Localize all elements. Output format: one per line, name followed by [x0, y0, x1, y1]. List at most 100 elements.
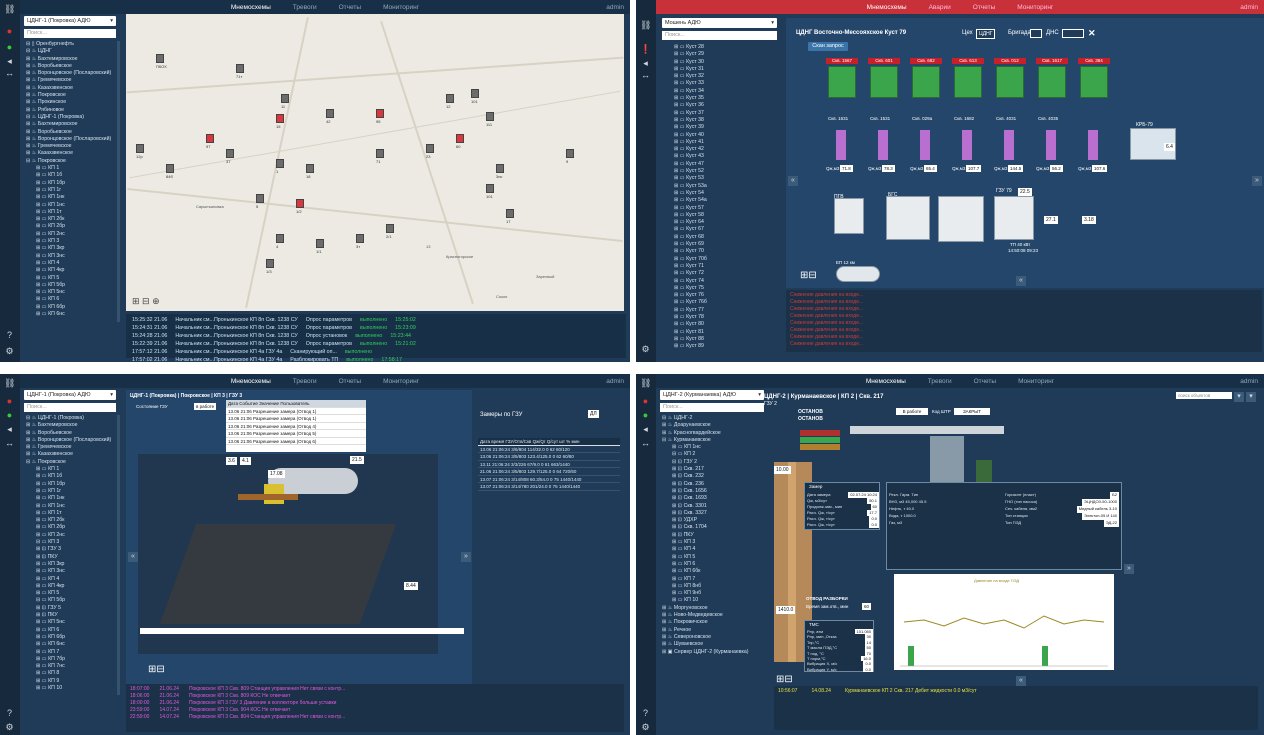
tree-item[interactable]: ⊞ ⊡ ПКУ	[26, 554, 118, 561]
tree-item[interactable]: ⊞ ♨ Казахзвенское	[26, 85, 118, 92]
tree-item[interactable]: ⊞ ⊡ Скв. 236	[662, 481, 766, 488]
flow-meter[interactable]	[1004, 130, 1014, 160]
expand-right-icon[interactable]: »	[1124, 564, 1134, 574]
alarm-icon[interactable]: ●	[4, 396, 15, 407]
well-header[interactable]: Скв. 012	[994, 58, 1026, 64]
tree-item[interactable]: ⊞ ♨ Прокинское	[26, 99, 118, 106]
gzu-unit[interactable]	[994, 196, 1034, 240]
tree-item[interactable]: ⊞ ▭ КП 5бр	[26, 282, 118, 289]
tree-item[interactable]: ⊞ ▭ Куст 70	[674, 248, 778, 255]
tree-item[interactable]: ⊞ ▭ Куст 58	[674, 212, 778, 219]
link-icon[interactable]: ⛓	[4, 4, 15, 15]
nav-mnemo[interactable]: Мнемосхемы	[231, 4, 271, 11]
well-marker[interactable]: 71	[376, 149, 384, 164]
tree-item[interactable]: ⊞ ▭ Куст 38	[674, 117, 778, 124]
mode-buttons[interactable]	[800, 430, 840, 454]
tree-item[interactable]: ⊞ ▭ КП 1нс	[26, 202, 118, 209]
well-marker[interactable]: 3нс	[496, 164, 504, 179]
tree-item[interactable]: ⊟ ▭ КП 3	[26, 539, 118, 546]
tree-item[interactable]: ⊞ ▭ КП 1бр	[26, 481, 118, 488]
tree-item[interactable]: ⊞ ▭ КП 3кр	[26, 561, 118, 568]
tree-item[interactable]: ⊞ ▭ Куст 33	[674, 80, 778, 87]
tree-item[interactable]: ⊞ ▭ КП 2бр	[26, 223, 118, 230]
tree-item[interactable]: ⊞ ▭ КП 7	[26, 649, 118, 656]
tree-item[interactable]: ⊞ ▭ КП 3	[662, 539, 766, 546]
sound-icon[interactable]: ◂	[640, 58, 651, 69]
tree-item[interactable]: ⊞ ▭ КП 5	[662, 554, 766, 561]
help-icon[interactable]: ?	[4, 330, 15, 341]
settings-icon[interactable]: ⚙	[640, 344, 651, 355]
well-header[interactable]: Скв. 601	[868, 58, 900, 64]
tree-item[interactable]: ⊞ ▭ КП 1г	[26, 187, 118, 194]
tree-item[interactable]: ⊞ ♨ Воронцовское (Посларовский)	[26, 437, 118, 444]
well-pump[interactable]	[870, 66, 898, 98]
tree-scrollbar[interactable]	[117, 41, 120, 322]
tree-item[interactable]: ⊞ ▭ Куст 32	[674, 73, 778, 80]
tree-item[interactable]: ⊞ ⊡ Скв. 217	[662, 466, 766, 473]
tree-item[interactable]: ⊞ ▭ КП 3нс	[26, 568, 118, 575]
nav-alarms[interactable]: Тревоги	[293, 4, 317, 11]
tree-item[interactable]: ⊞ ⊡ Скв. 1693	[662, 495, 766, 502]
tree-item[interactable]: ⊞ ▭ Куст 30	[674, 59, 778, 66]
well-marker[interactable]: 4	[276, 234, 284, 249]
tree-item[interactable]: ⊞ ▭ Куст 78	[674, 314, 778, 321]
user-menu[interactable]: admin	[1240, 4, 1258, 11]
tree-scrollbar[interactable]	[117, 415, 120, 695]
nav-alarms[interactable]: Тревоги	[293, 378, 317, 385]
nav-monitoring[interactable]: Мониторинг	[1018, 378, 1054, 385]
well-marker[interactable]: 15	[276, 114, 284, 129]
well-marker[interactable]: 18	[306, 164, 314, 179]
brig-input[interactable]	[1030, 29, 1042, 38]
tree-item[interactable]: ⊞ ⊡ ГЗУ 3	[26, 546, 118, 553]
comment-input[interactable]	[140, 628, 464, 634]
tree-item[interactable]: ⊞ ♨ Гремячевское	[26, 444, 118, 451]
map[interactable]: ПКОХ 71т 11 15 42 95 12 101 111 12р 84б 97 37 1 18 71 23…	[126, 14, 624, 311]
tree-item[interactable]: ⊞ ▣ Сервер ЦДНГ-2 (Курманаевка)	[662, 649, 766, 656]
collapse-left-icon[interactable]: «	[788, 176, 798, 186]
tree-item[interactable]: ⊞ ▭ Куст 69	[674, 241, 778, 248]
flow-meter[interactable]	[1088, 130, 1098, 160]
flow-meter[interactable]	[962, 130, 972, 160]
well-pump[interactable]	[912, 66, 940, 98]
alarm-icon[interactable]: ●	[4, 26, 15, 37]
tree-item[interactable]: ⊞ ▭ Куст 67	[674, 226, 778, 233]
well-header[interactable]: Скв. 613	[952, 58, 984, 64]
tools-icon[interactable]: ✕	[1088, 28, 1096, 39]
tree-item[interactable]: ⊞ ▭ КП 1г	[26, 488, 118, 495]
well-header[interactable]: Скв. 682	[910, 58, 942, 64]
info-icon[interactable]: ❗	[640, 44, 651, 55]
nav-alarms[interactable]: Тревоги	[928, 378, 952, 385]
division-select[interactable]: ЦДНГ-2 (Курманаевка) АДЮ	[660, 390, 764, 400]
tree-item[interactable]: ⊟ ♨ ЦДНГ-2	[662, 415, 766, 422]
add-icon[interactable]: ⊞⊟	[776, 674, 793, 685]
tree-item[interactable]: ⊞ ▭ КП 8	[26, 670, 118, 677]
tree-item[interactable]: ⊞ ▭ КП 3нс	[26, 253, 118, 260]
tree-item[interactable]: ⊞ ▭ Куст 75	[674, 285, 778, 292]
control-station[interactable]	[976, 460, 992, 484]
tree-item[interactable]: ⊞ ▭ КП 1т	[26, 209, 118, 216]
tree-item[interactable]: ⊞ ▭ Куст 43	[674, 153, 778, 160]
well-pump[interactable]	[1080, 66, 1108, 98]
well-marker[interactable]: 111	[486, 112, 494, 127]
tree-item[interactable]: ⊞ ♨ Покровичское	[662, 619, 766, 626]
nav-monitoring[interactable]: Мониторинг	[1017, 4, 1053, 11]
tree-item[interactable]: ⊞ ♨ Моргуновское	[662, 605, 766, 612]
tree-search-input[interactable]: Поиск...	[660, 403, 764, 412]
well-header[interactable]: Скв. 1567	[826, 58, 858, 64]
tree-item[interactable]: ⊞ ⊡ Скв. 1656	[662, 488, 766, 495]
nav-alarms[interactable]: Аварии	[929, 4, 951, 11]
well-pump[interactable]	[996, 66, 1024, 98]
link-icon[interactable]: ⛓	[640, 378, 651, 389]
nav-reports[interactable]: Отчеты	[339, 378, 361, 385]
well-marker[interactable]: 37	[226, 149, 234, 164]
tree-item[interactable]: ⊞ ▭ КП 4	[26, 260, 118, 267]
map-controls[interactable]: ⊞ ⊟ ⊕	[132, 296, 160, 307]
nav-mnemo[interactable]: Мнемосхемы	[867, 4, 907, 11]
tree-item[interactable]: ⊞ ♨ Шуваевское	[662, 641, 766, 648]
tree-item[interactable]: ⊞ ▭ КП 4	[662, 546, 766, 553]
tree-item[interactable]: ⊞ ▭ Куст 52	[674, 168, 778, 175]
nav-reports[interactable]: Отчеты	[974, 378, 996, 385]
well-marker[interactable]: 1/3	[266, 259, 274, 274]
tree-item[interactable]: ⊞ ▭ Куст 77	[674, 307, 778, 314]
user-menu[interactable]: admin	[606, 378, 624, 385]
